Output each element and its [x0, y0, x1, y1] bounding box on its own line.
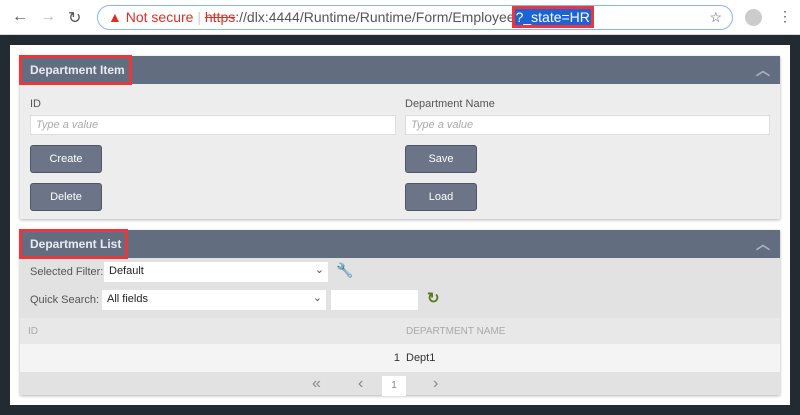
- reload-icon[interactable]: ↻: [68, 8, 81, 28]
- delete-button[interactable]: Delete: [30, 183, 102, 211]
- panel-title: Department Item: [19, 55, 132, 85]
- page-content: Department Item ︿ ID Type a value Departm…: [10, 45, 790, 405]
- department-name-label: Department Name: [405, 98, 495, 110]
- search-field-value: All fields: [107, 293, 148, 305]
- cell-department-name: Dept1: [406, 352, 436, 364]
- cell-id: 1: [393, 352, 400, 364]
- page-number-input[interactable]: 1: [382, 376, 406, 396]
- chevron-down-icon: ⌄: [312, 292, 322, 304]
- department-name-input[interactable]: Type a value: [405, 115, 770, 135]
- quick-search-label: Quick Search:: [30, 294, 100, 306]
- forward-icon[interactable]: →: [40, 8, 56, 26]
- browser-toolbar: ← → ↻ ▲ Not secure | https://dlx:4444/Ru…: [0, 0, 800, 35]
- back-icon[interactable]: ←: [12, 8, 28, 26]
- search-field-select[interactable]: All fields ⌄: [102, 290, 326, 310]
- column-header-department-name[interactable]: DEPARTMENT NAME: [406, 326, 505, 337]
- url-scheme: https: [204, 9, 236, 25]
- filter-value: Default: [109, 265, 144, 277]
- filter-select[interactable]: Default ⌄: [104, 262, 328, 282]
- collapse-icon[interactable]: ︿: [756, 230, 770, 258]
- create-button[interactable]: Create: [30, 145, 102, 173]
- save-button[interactable]: Save: [405, 145, 477, 173]
- table-header: ID DEPARTMENT NAME: [20, 318, 780, 344]
- first-page-icon[interactable]: «: [312, 375, 321, 393]
- department-list-panel: Department List ︿ Selected Filter: Defaul…: [18, 229, 780, 396]
- warning-icon: ▲: [108, 9, 122, 25]
- table-row[interactable]: 1 Dept1: [20, 344, 780, 372]
- quick-search-input[interactable]: [331, 290, 418, 310]
- filter-label: Selected Filter:: [30, 266, 104, 278]
- profile-avatar[interactable]: [745, 9, 762, 26]
- chevron-down-icon: ⌄: [314, 264, 324, 276]
- refresh-icon[interactable]: ↻: [427, 289, 440, 307]
- not-secure-label: Not secure: [125, 9, 194, 25]
- bookmark-star-icon[interactable]: ☆: [709, 6, 722, 29]
- id-label: ID: [30, 98, 41, 110]
- load-button[interactable]: Load: [405, 183, 477, 211]
- department-item-panel: Department Item ︿ ID Type a value Departm…: [19, 55, 780, 219]
- panel-title: Department List: [18, 229, 129, 259]
- previous-page-icon[interactable]: ‹: [358, 375, 363, 393]
- menu-icon[interactable]: ⋮: [778, 8, 792, 25]
- column-header-id[interactable]: ID: [28, 326, 38, 337]
- next-page-icon[interactable]: ›: [433, 375, 438, 393]
- id-input[interactable]: Type a value: [30, 115, 396, 135]
- collapse-icon[interactable]: ︿: [756, 56, 770, 84]
- address-bar[interactable]: ▲ Not secure | https://dlx:4444/Runtime/…: [97, 5, 733, 30]
- url-path: ://dlx:4444/Runtime/Runtime/Form/Employe…: [235, 9, 515, 25]
- url-selected-query: ?_state=HR: [511, 6, 594, 28]
- wrench-icon[interactable]: 🔧: [336, 262, 353, 279]
